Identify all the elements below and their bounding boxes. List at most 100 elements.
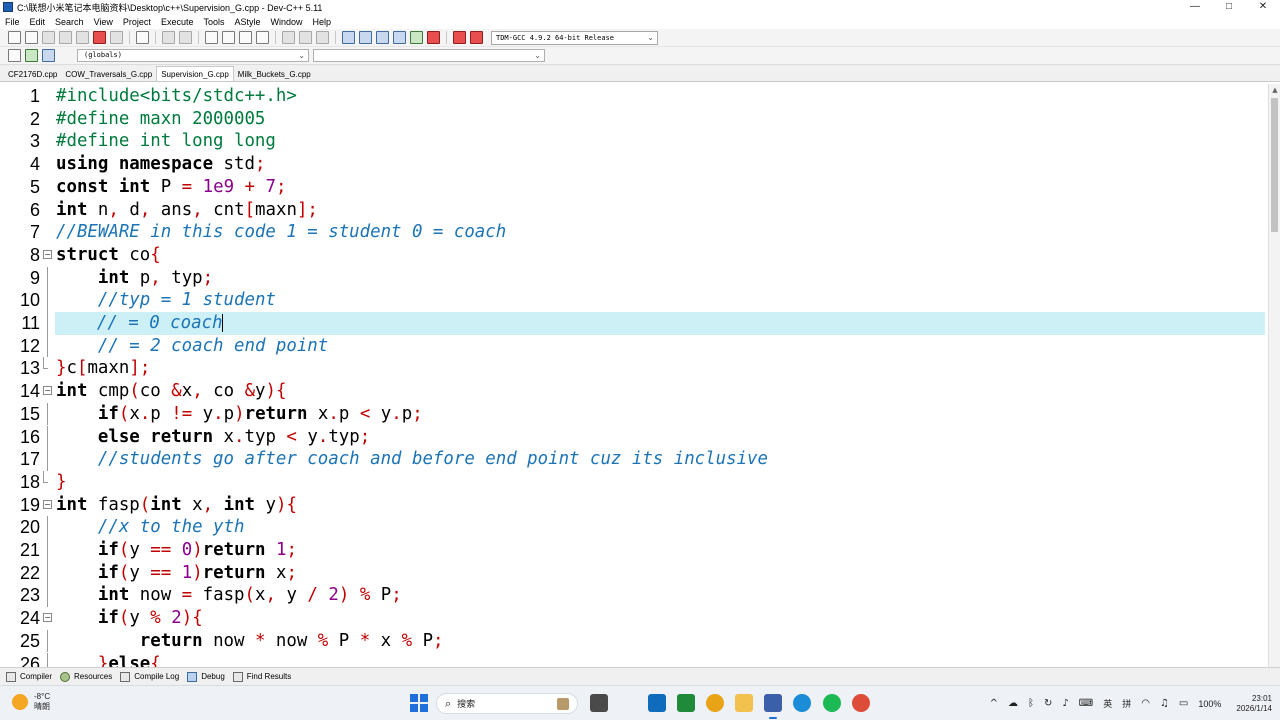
debug-icon[interactable] xyxy=(470,31,483,44)
cloud-icon[interactable]: ☁ xyxy=(1008,698,1018,709)
function-select[interactable]: ⌄ xyxy=(313,49,545,62)
ime-mode[interactable]: 拼 xyxy=(1122,697,1131,710)
code-line[interactable]: else return x.typ < y.typ; xyxy=(56,426,1266,449)
code-line[interactable]: // = 0 coach xyxy=(55,312,1265,335)
weather-widget[interactable]: -8°C 晴朗 xyxy=(12,692,50,712)
green-app-icon[interactable] xyxy=(677,694,695,712)
forward-icon[interactable] xyxy=(299,31,312,44)
spotify-icon[interactable] xyxy=(823,694,841,712)
chrome-icon[interactable] xyxy=(706,694,724,712)
scope-select[interactable]: (globals) ⌄ xyxy=(77,49,309,62)
close-project-icon[interactable] xyxy=(110,31,123,44)
code-line[interactable]: int cmp(co &x, co &y){ xyxy=(56,380,1266,403)
run-icon[interactable] xyxy=(359,31,372,44)
goto-line-icon[interactable] xyxy=(256,31,269,44)
menu-search[interactable]: Search xyxy=(50,17,89,27)
start-button[interactable] xyxy=(410,694,428,712)
tab-cow-traversals[interactable]: COW_Traversals_G.cpp xyxy=(61,67,156,81)
code-editor[interactable]: 1 2 3 4 5 6 7 8−9 10 11 12 13 14−15 16 17 18 19−20 21 22 23… xyxy=(0,84,1268,667)
menu-project[interactable]: Project xyxy=(118,17,156,27)
vertical-scrollbar[interactable]: ▲ xyxy=(1268,84,1280,667)
toggle-bookmark-icon[interactable] xyxy=(25,49,38,62)
task-view-icon[interactable] xyxy=(590,694,608,712)
scroll-up-icon[interactable]: ▲ xyxy=(1269,84,1280,96)
clock[interactable]: 23:01 2026/1/14 xyxy=(1236,694,1272,714)
code-line[interactable]: int fasp(int x, int y){ xyxy=(56,494,1266,517)
tab-cf2176d[interactable]: CF2176D.cpp xyxy=(4,67,61,81)
code-line[interactable]: } xyxy=(56,471,1266,494)
keyboard-icon[interactable]: ⌨ xyxy=(1079,698,1093,709)
redo-icon[interactable] xyxy=(179,31,192,44)
fold-toggle-icon[interactable]: − xyxy=(43,386,52,396)
code-line[interactable]: // = 2 coach end point xyxy=(56,335,1266,358)
goto-bookmark-icon[interactable] xyxy=(42,49,55,62)
bookmark-icon[interactable] xyxy=(316,31,329,44)
syntax-check-icon[interactable] xyxy=(410,31,423,44)
menu-file[interactable]: File xyxy=(0,17,25,27)
rebuild-icon[interactable] xyxy=(393,31,406,44)
back-icon[interactable] xyxy=(282,31,295,44)
devcpp-taskbar-icon[interactable] xyxy=(764,694,782,712)
minimize-button[interactable]: — xyxy=(1178,0,1212,14)
save-all-icon[interactable] xyxy=(59,31,72,44)
microphone-icon[interactable]: ♪ xyxy=(1062,698,1068,709)
menu-astyle[interactable]: AStyle xyxy=(229,17,265,27)
file-explorer-icon[interactable] xyxy=(735,694,753,712)
chevron-up-icon[interactable]: ^ xyxy=(990,698,998,709)
bluetooth-icon[interactable]: ᛒ xyxy=(1028,698,1034,709)
code-line[interactable]: using namespace std; xyxy=(56,153,1266,176)
insert-icon[interactable] xyxy=(8,49,21,62)
close-button[interactable]: ✕ xyxy=(1246,0,1280,14)
compile-icon[interactable] xyxy=(342,31,355,44)
code-line[interactable]: struct co{ xyxy=(56,244,1266,267)
code-line[interactable]: int now = fasp(x, y / 2) % P; xyxy=(56,584,1266,607)
battery-icon[interactable]: ▭ xyxy=(1179,698,1188,709)
undo-icon[interactable] xyxy=(162,31,175,44)
chrome-alt-icon[interactable] xyxy=(852,694,870,712)
compiler-select[interactable]: TDM-GCC 4.9.2 64-bit Release ⌄ xyxy=(491,30,658,45)
tab-find-results[interactable]: Find Results xyxy=(232,671,291,682)
code-line[interactable]: //typ = 1 student xyxy=(56,289,1266,312)
code-line[interactable]: if(y == 1)return x; xyxy=(56,562,1266,585)
code-line[interactable]: #include<bits/stdc++.h> xyxy=(56,85,1266,108)
save-icon[interactable] xyxy=(42,31,55,44)
maximize-button[interactable]: □ xyxy=(1212,0,1246,14)
wifi-icon[interactable]: ◠ xyxy=(1141,698,1150,709)
menu-tools[interactable]: Tools xyxy=(198,17,229,27)
open-file-icon[interactable] xyxy=(25,31,38,44)
menu-execute[interactable]: Execute xyxy=(156,17,199,27)
tab-supervision[interactable]: Supervision_G.cpp xyxy=(156,66,234,81)
code-line[interactable]: //x to the yth xyxy=(56,516,1266,539)
code-line[interactable]: const int P = 1e9 + 7; xyxy=(56,176,1266,199)
tab-debug[interactable]: Debug xyxy=(187,671,225,682)
code-line[interactable]: if(x.p != y.p)return x.p < y.p; xyxy=(56,403,1266,426)
code-line[interactable]: return now * now % P * x % P; xyxy=(56,630,1266,653)
menu-view[interactable]: View xyxy=(89,17,118,27)
ime-language[interactable]: 英 xyxy=(1103,697,1112,710)
code-line[interactable]: #define maxn 2000005 xyxy=(56,108,1266,131)
code-line[interactable]: //students go after coach and before end… xyxy=(56,448,1266,471)
code-line[interactable]: int n, d, ans, cnt[maxn]; xyxy=(56,199,1266,222)
find-next-icon[interactable] xyxy=(239,31,252,44)
print-icon[interactable] xyxy=(136,31,149,44)
compile-run-icon[interactable] xyxy=(376,31,389,44)
edge-icon[interactable] xyxy=(793,694,811,712)
taskbar-search[interactable]: ⌕ 搜索 xyxy=(436,693,578,714)
replace-icon[interactable] xyxy=(222,31,235,44)
profile-icon[interactable] xyxy=(453,31,466,44)
menu-window[interactable]: Window xyxy=(266,17,308,27)
menu-help[interactable]: Help xyxy=(308,17,337,27)
close-all-icon[interactable] xyxy=(93,31,106,44)
stop-execution-icon[interactable] xyxy=(427,31,440,44)
tab-compile-log[interactable]: Compile Log xyxy=(120,671,179,682)
code-line[interactable]: }c[maxn]; xyxy=(56,357,1266,380)
code-line[interactable]: #define int long long xyxy=(56,130,1266,153)
refresh-icon[interactable]: ↻ xyxy=(1044,698,1052,709)
tab-resources[interactable]: Resources xyxy=(60,671,112,682)
tab-milk-buckets[interactable]: Milk_Buckets_G.cpp xyxy=(234,67,315,81)
code-line[interactable]: if(y % 2){ xyxy=(56,607,1266,630)
outlook-icon[interactable] xyxy=(648,694,666,712)
menu-edit[interactable]: Edit xyxy=(25,17,51,27)
code-line[interactable]: //BEWARE in this code 1 = student 0 = co… xyxy=(56,221,1266,244)
volume-icon[interactable]: ♫ xyxy=(1160,698,1169,709)
